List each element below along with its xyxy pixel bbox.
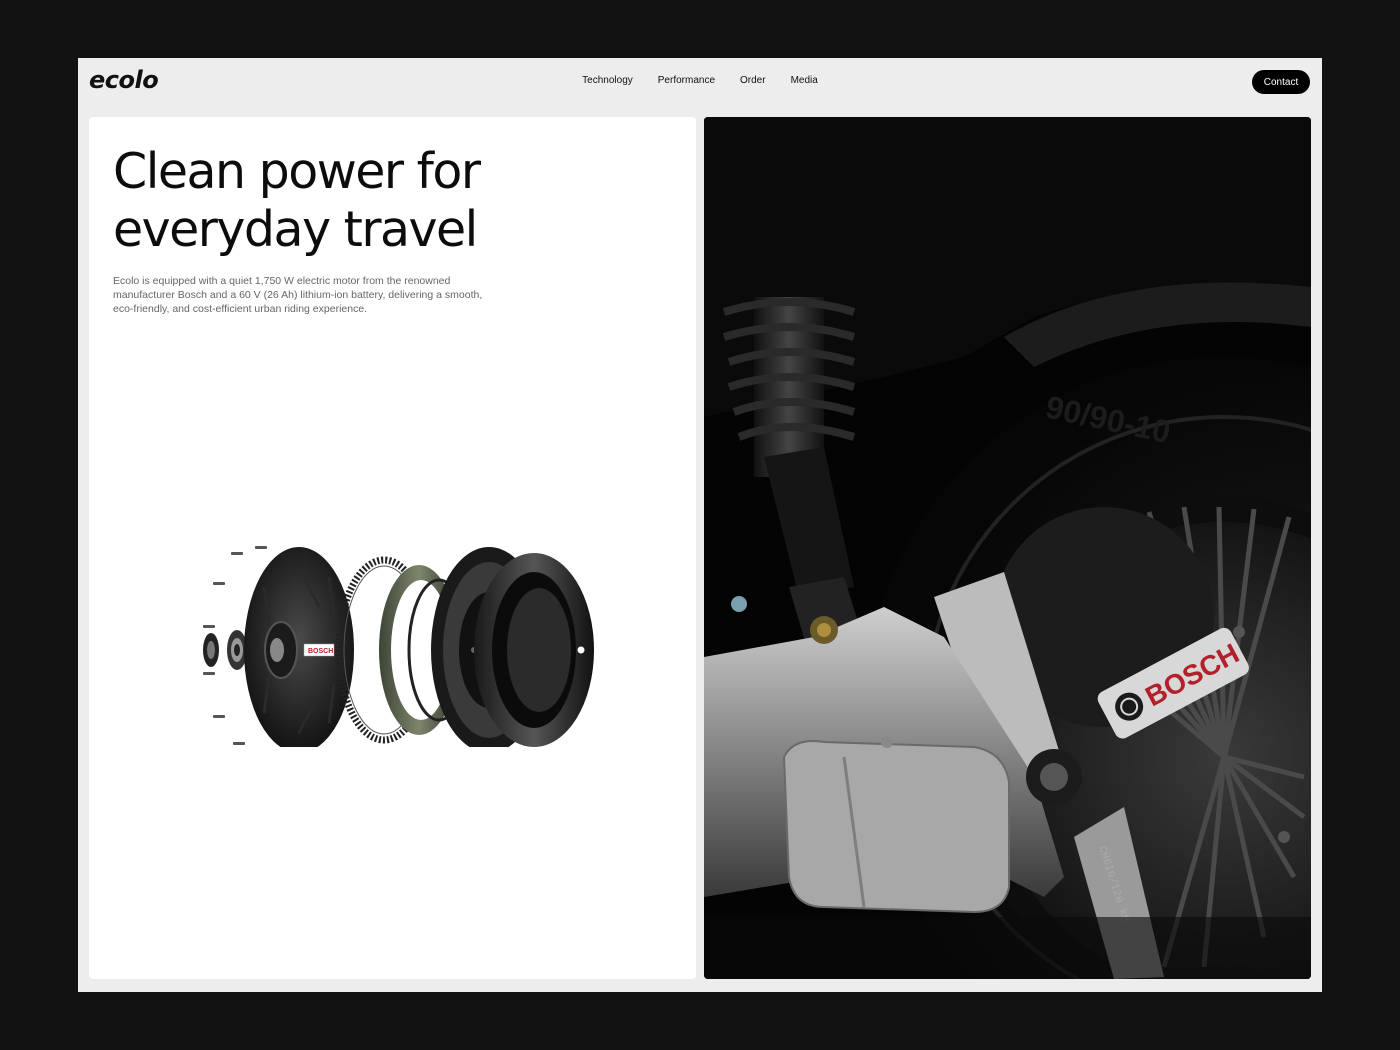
nav-links: Technology Performance Order Media <box>78 75 1322 86</box>
wheel-motor-photo: 90/90-10 BOSCH CH6I0/120 kM <box>704 117 1311 979</box>
page-frame: ecolo Technology Performance Order Media… <box>78 58 1322 992</box>
contact-button[interactable]: Contact <box>1252 70 1310 94</box>
nav-item-order[interactable]: Order <box>740 75 766 86</box>
exploded-motor-image: BOSCH <box>203 546 594 747</box>
hero-headline: Clean power for everyday travel <box>113 143 573 259</box>
hero-headline-line-1: Clean power for <box>113 143 481 200</box>
nav-item-technology[interactable]: Technology <box>582 75 633 86</box>
hero-text-panel: Clean power for everyday travel Ecolo is… <box>89 117 696 979</box>
hero-headline-line-2: everyday travel <box>113 201 478 258</box>
nav-item-performance[interactable]: Performance <box>658 75 715 86</box>
hero-description: Ecolo is equipped with a quiet 1,750 W e… <box>113 275 483 315</box>
wheel-photo-illustration: 90/90-10 BOSCH CH6I0/120 kM <box>704 117 1311 979</box>
motor-brand-label: BOSCH <box>308 648 333 655</box>
top-navigation: ecolo Technology Performance Order Media… <box>78 58 1322 106</box>
nav-item-media[interactable]: Media <box>791 75 818 86</box>
